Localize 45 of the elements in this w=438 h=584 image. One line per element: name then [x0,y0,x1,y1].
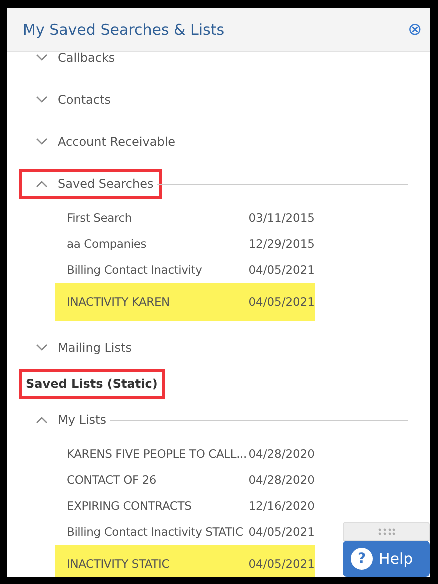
item-date: 04/05/2021 [248,263,315,277]
item-name: EXPIRING CONTRACTS [67,499,193,513]
item-name: CONTACT OF 26 [67,473,158,487]
list-item[interactable]: CONTACT OF 26 04/28/2020 [55,467,315,493]
group-label[interactable]: Saved Searches [58,177,154,191]
panel-title: My Saved Searches & Lists [23,20,225,38]
group-label[interactable]: Account Receivable [58,135,176,149]
item-name: INACTIVITY STATIC [67,557,171,571]
chevron-down-icon[interactable] [36,54,48,62]
item-date: 04/28/2020 [248,447,315,461]
chevron-down-icon[interactable] [36,344,48,352]
chevron-down-icon[interactable] [36,138,48,146]
item-date: 03/11/2015 [248,211,315,225]
item-name: Billing Contact Inactivity [67,263,204,277]
list-item[interactable]: INACTIVITY KAREN 04/05/2021 [55,283,315,321]
item-date: 04/05/2021 [248,525,315,539]
section-title: Saved Lists (Static) [19,369,165,399]
grip-icon[interactable] [378,528,396,536]
chevron-up-icon[interactable] [36,180,48,188]
chevron-up-icon[interactable] [36,416,48,424]
list-item[interactable]: EXPIRING CONTRACTS 12/16/2020 [55,493,315,519]
list-item[interactable]: Billing Contact Inactivity STATIC 04/05/2021 [55,519,315,545]
list-item[interactable]: Billing Contact Inactivity 04/05/2021 [55,257,315,283]
item-date: 12/29/2015 [248,237,315,251]
list-item[interactable]: First Search 03/11/2015 [55,205,315,231]
close-button[interactable]: ⊗ [408,21,422,38]
item-date: 04/05/2021 [248,557,315,571]
item-name: Billing Contact Inactivity STATIC [67,525,244,539]
list-item[interactable]: aa Companies 12/29/2015 [55,231,315,257]
list-item[interactable]: INACTIVITY STATIC 04/05/2021 [55,545,315,577]
item-name: INACTIVITY KAREN [67,295,171,309]
item-date: 04/05/2021 [248,295,315,309]
item-date: 12/16/2020 [248,499,315,513]
item-name: aa Companies [67,237,148,251]
drag-handle[interactable] [343,522,430,541]
list-item[interactable]: KARENS FIVE PEOPLE TO CALL...04/28/2020 [55,441,315,467]
item-name: First Search [67,211,133,225]
item-date: 04/28/2020 [248,473,315,487]
chevron-down-icon[interactable] [36,96,48,104]
group-label[interactable]: Mailing Lists [58,341,132,355]
group-label[interactable]: Callbacks [58,52,116,65]
group-label[interactable]: Contacts [58,93,111,107]
help-button[interactable]: ? Help [343,541,430,577]
group-label[interactable]: My Lists [58,413,106,427]
item-name: KARENS FIVE PEOPLE TO CALL... [67,447,248,461]
